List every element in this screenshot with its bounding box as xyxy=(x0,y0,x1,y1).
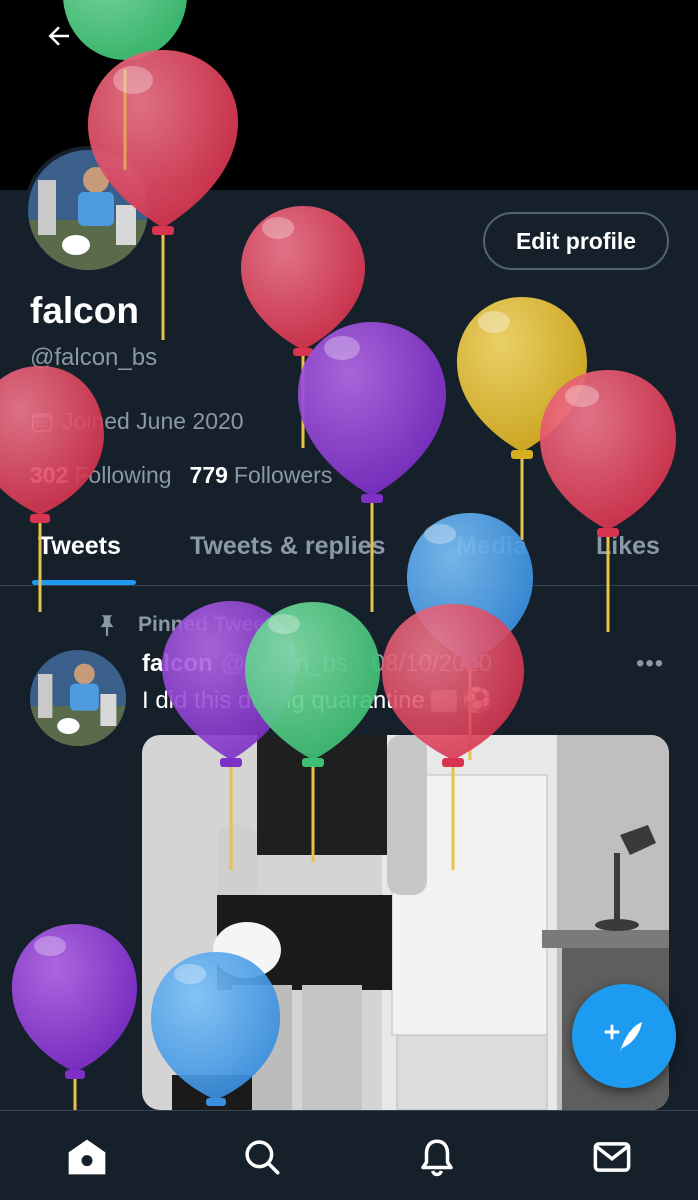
active-tab-indicator xyxy=(32,580,136,585)
tweet-body: I did this during quarantine xyxy=(142,686,425,714)
following-count: 302 xyxy=(30,462,69,488)
back-button[interactable] xyxy=(30,12,88,60)
follow-stats: 302 Following 779 Followers xyxy=(30,462,332,489)
tab-likes[interactable]: Likes xyxy=(596,532,660,561)
home-icon xyxy=(68,1139,106,1175)
tweet-author-name[interactable]: falcon xyxy=(142,650,213,678)
tab-tweets[interactable]: Tweets xyxy=(38,532,121,561)
following-label: Following xyxy=(74,462,172,488)
search-icon xyxy=(245,1140,280,1175)
tweet-more-button[interactable]: ••• xyxy=(636,650,664,678)
profile-display-name: falcon xyxy=(30,290,139,331)
television-emoji-icon xyxy=(430,689,457,712)
pin-icon xyxy=(100,615,114,636)
balloon-purple xyxy=(11,924,138,1110)
followers-label: Followers xyxy=(233,462,333,488)
tweet-separator: · xyxy=(355,650,364,677)
nav-notifications[interactable] xyxy=(413,1133,461,1181)
joined-date: Joined June 2020 xyxy=(30,408,244,435)
nav-home[interactable] xyxy=(63,1133,111,1181)
pinned-label: Pinned Tweet xyxy=(94,612,272,638)
arrow-left-icon xyxy=(48,26,69,46)
tab-media[interactable]: Media xyxy=(456,532,527,561)
tweet-text: I did this during quarantine ⚽ xyxy=(142,686,493,715)
pinned-text: Pinned Tweet xyxy=(138,613,272,636)
calendar-icon xyxy=(32,412,52,432)
tweet-header: falcon @falcon_bs · 08/10/2020 xyxy=(142,650,492,678)
followers-count: 779 xyxy=(189,462,228,488)
balloon-red xyxy=(240,206,366,448)
nav-search[interactable] xyxy=(238,1133,286,1181)
profile-handle: @falcon_bs xyxy=(30,344,158,371)
tab-tweets-replies[interactable]: Tweets & replies xyxy=(190,532,385,561)
bottom-navigation xyxy=(0,1110,698,1200)
compose-tweet-icon xyxy=(604,1022,642,1052)
soccer-ball-emoji: ⚽ xyxy=(462,687,493,714)
profile-avatar[interactable] xyxy=(24,146,152,274)
following-link[interactable]: 302 Following xyxy=(30,462,172,489)
avatar-photo-small xyxy=(30,650,126,746)
tweet-avatar[interactable] xyxy=(30,650,126,746)
edit-profile-button[interactable]: Edit profile xyxy=(483,212,669,270)
balloon-yellow xyxy=(456,297,588,540)
mail-icon xyxy=(593,1142,631,1172)
nav-messages[interactable] xyxy=(588,1133,636,1181)
bell-icon xyxy=(421,1139,453,1177)
profile-tabs: Tweets Tweets & replies Media Likes xyxy=(0,520,698,586)
compose-tweet-button[interactable] xyxy=(572,984,676,1088)
followers-link[interactable]: 779 Followers xyxy=(190,462,333,489)
tweet-date[interactable]: 08/10/2020 xyxy=(372,650,492,678)
avatar-photo xyxy=(28,150,148,270)
balloon-red xyxy=(539,370,677,632)
tweet-author-handle[interactable]: @falcon_bs xyxy=(221,650,348,678)
joined-text: Joined June 2020 xyxy=(62,408,244,434)
